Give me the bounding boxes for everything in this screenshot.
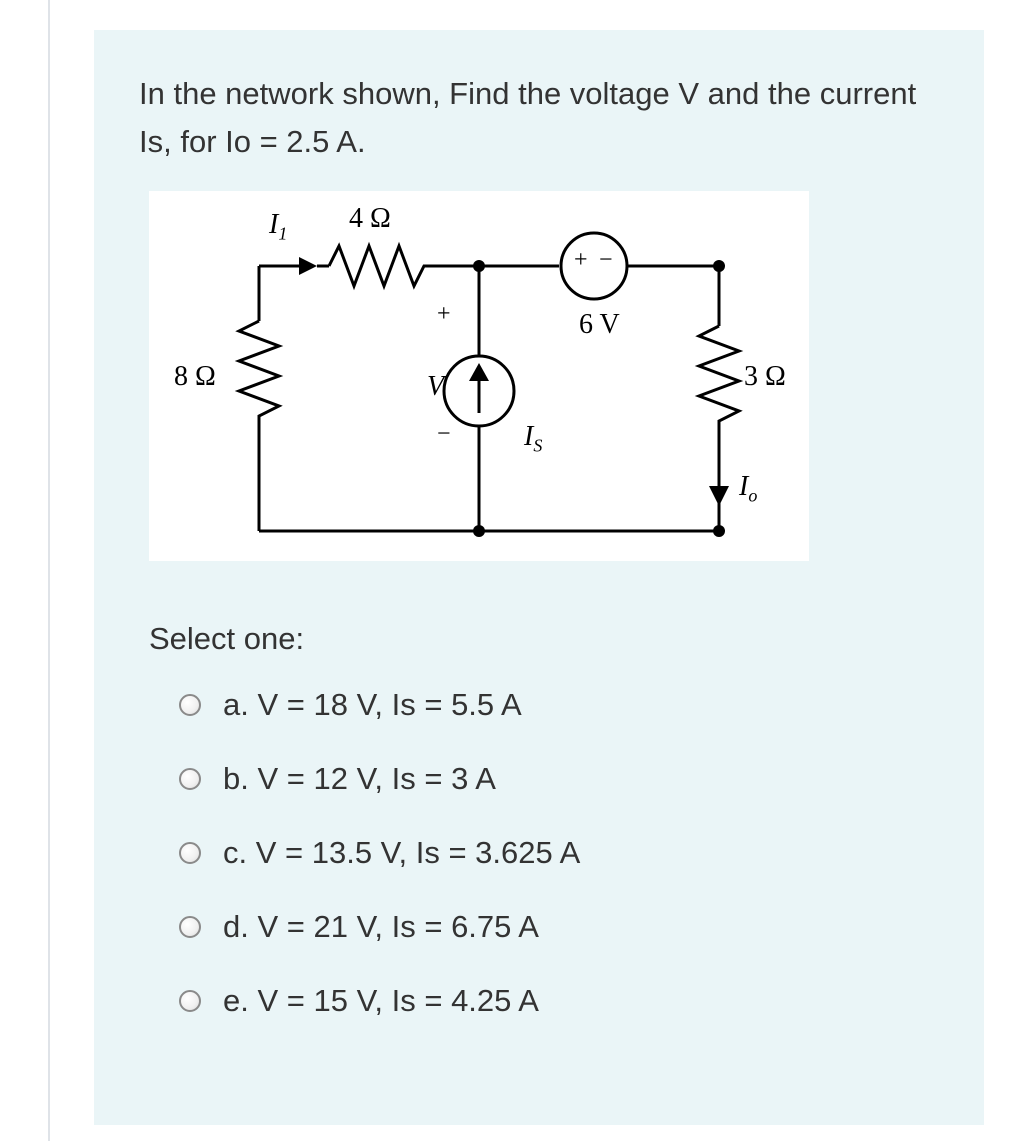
option-d-label: d. V = 21 V, Is = 6.75 A [223,909,539,945]
label-3ohm: 3 Ω [744,361,786,393]
question-card: In the network shown, Find the voltage V… [94,30,984,1125]
sidebar-divider [48,0,50,1141]
radio-d[interactable] [179,916,201,938]
option-a[interactable]: a. V = 18 V, Is = 5.5 A [179,687,939,723]
label-I1: I1 [269,209,287,245]
src-plus: + [574,247,588,274]
label-Is: IS [524,421,542,457]
radio-b[interactable] [179,768,201,790]
radio-e[interactable] [179,990,201,1012]
src-minus: − [599,247,613,274]
select-one-label: Select one: [149,621,939,657]
label-4ohm: 4 Ω [349,203,391,235]
radio-a[interactable] [179,694,201,716]
radio-c[interactable] [179,842,201,864]
option-c[interactable]: c. V = 13.5 V, Is = 3.625 A [179,835,939,871]
label-Io: Io [739,471,757,507]
circuit-svg [149,191,809,561]
V-minus: − [437,421,451,448]
option-d[interactable]: d. V = 21 V, Is = 6.75 A [179,909,939,945]
option-e-label: e. V = 15 V, Is = 4.25 A [223,983,539,1019]
V-plus: + [437,301,451,328]
label-6V: 6 V [579,309,620,341]
option-e[interactable]: e. V = 15 V, Is = 4.25 A [179,983,939,1019]
question-prompt: In the network shown, Find the voltage V… [139,70,939,166]
option-b-label: b. V = 12 V, Is = 3 A [223,761,496,797]
label-8ohm: 8 Ω [174,361,216,393]
option-a-label: a. V = 18 V, Is = 5.5 A [223,687,522,723]
option-b[interactable]: b. V = 12 V, Is = 3 A [179,761,939,797]
label-V: V [427,371,444,403]
circuit-diagram: I1 4 Ω 8 Ω 3 Ω 6 V + − + V − IS Io [149,191,809,561]
option-c-label: c. V = 13.5 V, Is = 3.625 A [223,835,580,871]
